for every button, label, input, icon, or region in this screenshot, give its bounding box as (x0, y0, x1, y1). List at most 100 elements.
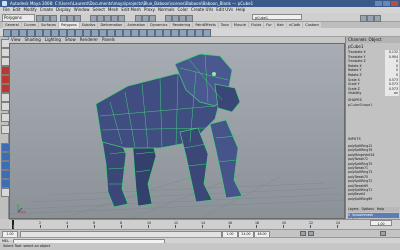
history-icon[interactable] (165, 15, 172, 22)
inputs-list: polySplitRing12 polySplitRing76 polyMergeV… (348, 144, 399, 201)
time-tick (310, 225, 311, 228)
shelf-tool-icon[interactable] (171, 29, 179, 37)
tab-object[interactable]: Object (369, 37, 382, 43)
time-tick-label: 22 (309, 221, 314, 225)
time-tick (283, 225, 284, 228)
shelf-tool-icon[interactable] (187, 29, 195, 37)
time-tick-label: 14 (201, 221, 206, 225)
viewport-canvas[interactable] (10, 44, 345, 219)
select-component-icon[interactable] (74, 15, 81, 22)
time-tick (40, 225, 41, 228)
shelf-tool-icon[interactable] (27, 29, 35, 37)
shelf-tool-icon[interactable] (19, 29, 27, 37)
shelf-tool-icon[interactable] (3, 29, 11, 37)
shelf-tool-icon[interactable] (131, 29, 139, 37)
inputs-label: INPUTS (348, 137, 361, 141)
shelf-tool-icon[interactable] (203, 29, 211, 37)
pick-mask-icon[interactable] (118, 15, 125, 22)
snap-point-icon[interactable] (149, 15, 156, 22)
tab-channels[interactable]: Channels (348, 37, 367, 43)
shelf-tool-icon[interactable] (115, 29, 123, 37)
auto-key-icon[interactable] (380, 231, 386, 236)
time-tick (175, 225, 176, 228)
layer-editor-menu: Layers Options Help (348, 207, 399, 212)
attribute-value[interactable]: on (385, 91, 399, 96)
shelf-tool-icon[interactable] (91, 29, 99, 37)
attribute-editor-icon[interactable] (360, 15, 367, 22)
snap-curve-icon[interactable] (142, 15, 149, 22)
time-tick-label: 6 (93, 221, 96, 225)
input-node[interactable]: polySplitRing69 (348, 197, 399, 201)
shelf-tool-icon[interactable] (43, 29, 51, 37)
open-scene-icon[interactable] (43, 15, 50, 22)
time-tick (256, 225, 257, 228)
maximize-button[interactable] (383, 1, 390, 6)
time-tick (121, 225, 122, 228)
perspective-viewport[interactable] (9, 43, 345, 219)
pick-mask-icon[interactable] (97, 15, 104, 22)
time-tick-label: 16 (228, 221, 233, 225)
time-tick (67, 225, 68, 228)
select-object-icon[interactable] (67, 15, 74, 22)
pick-mask-icon[interactable] (111, 15, 118, 22)
attribute-list: Translate X 0.132 Translate Y 0.904 Translat… (348, 50, 399, 96)
menu-set-selector[interactable]: Polygons (2, 14, 35, 22)
shelf-tool-icon[interactable] (123, 29, 131, 37)
tool-settings-icon[interactable] (367, 15, 374, 22)
play-forward-icon[interactable] (308, 231, 314, 236)
minimize-button[interactable] (375, 1, 382, 6)
snap-grid-icon[interactable] (135, 15, 142, 22)
save-scene-icon[interactable] (50, 15, 57, 22)
time-tick (148, 225, 149, 228)
channel-box-icon[interactable] (374, 15, 381, 22)
time-tick (13, 225, 14, 228)
pick-mask-icon[interactable] (104, 15, 111, 22)
shelf-tool-icon[interactable] (99, 29, 107, 37)
window-title: Autodesk Maya 2008: C:\Users\Laurent\Doc… (10, 1, 254, 6)
current-time-field[interactable]: 1.00 (370, 220, 392, 226)
time-tick-label: 4 (66, 221, 69, 225)
channel-attribute-row[interactable]: Visibility on (348, 91, 399, 96)
render-settings-icon[interactable] (186, 15, 193, 22)
select-hierarchy-icon[interactable] (60, 15, 67, 22)
shape-node-name[interactable]: pCubeShape1 (348, 103, 399, 107)
shelf-tool-icon[interactable] (75, 29, 83, 37)
shelf-tool-icon[interactable] (51, 29, 59, 37)
shelf-tool-icon[interactable] (59, 29, 67, 37)
layer-menu-item[interactable]: Help (377, 207, 384, 212)
quick-select-field[interactable]: pCube1 (252, 14, 302, 20)
shelf-tool-icon[interactable] (67, 29, 75, 37)
shelf-tool-icon[interactable] (35, 29, 43, 37)
shelf-tool-icon[interactable] (155, 29, 163, 37)
time-tick (337, 225, 338, 228)
time-tick-label: 1 (12, 221, 15, 225)
time-slider[interactable]: 1 2 4 6 8 10 12 14 16 18 20 22 24 (9, 219, 400, 230)
shelf-tool-icon[interactable] (11, 29, 19, 37)
time-tick-label: 20 (282, 221, 287, 225)
pick-mask-icon[interactable] (90, 15, 97, 22)
shelf (0, 28, 400, 37)
play-back-icon[interactable] (300, 231, 306, 236)
status-line: Polygons pCube1 (0, 13, 400, 22)
ipr-render-icon[interactable] (179, 15, 186, 22)
time-tick (229, 225, 230, 228)
shelf-tool-icon[interactable] (195, 29, 203, 37)
new-scene-icon[interactable] (36, 15, 43, 22)
shelf-tool-icon[interactable] (139, 29, 147, 37)
title-bar: Autodesk Maya 2008: C:\Users\Laurent\Doc… (0, 0, 400, 7)
shelf-tool-icon[interactable] (163, 29, 171, 37)
layer-menu-item[interactable]: Options (362, 207, 374, 212)
selected-object-name[interactable]: pCube1 (348, 44, 363, 49)
close-button[interactable] (391, 1, 398, 6)
time-tick-label: 10 (147, 221, 152, 225)
time-tick-label: 12 (174, 221, 179, 225)
layer-menu-item[interactable]: Layers (348, 207, 359, 212)
render-icon[interactable] (172, 15, 179, 22)
shelf-tool-icon[interactable] (179, 29, 187, 37)
channel-box: Channels Object pCube1 Translate X 0.132 T… (345, 37, 400, 219)
shelf-tool-icon[interactable] (147, 29, 155, 37)
shelf-tool-icon[interactable] (107, 29, 115, 37)
time-tick-label: 2 (39, 221, 42, 225)
shelf-tool-icon[interactable] (83, 29, 91, 37)
time-tick-label: 18 (255, 221, 260, 225)
